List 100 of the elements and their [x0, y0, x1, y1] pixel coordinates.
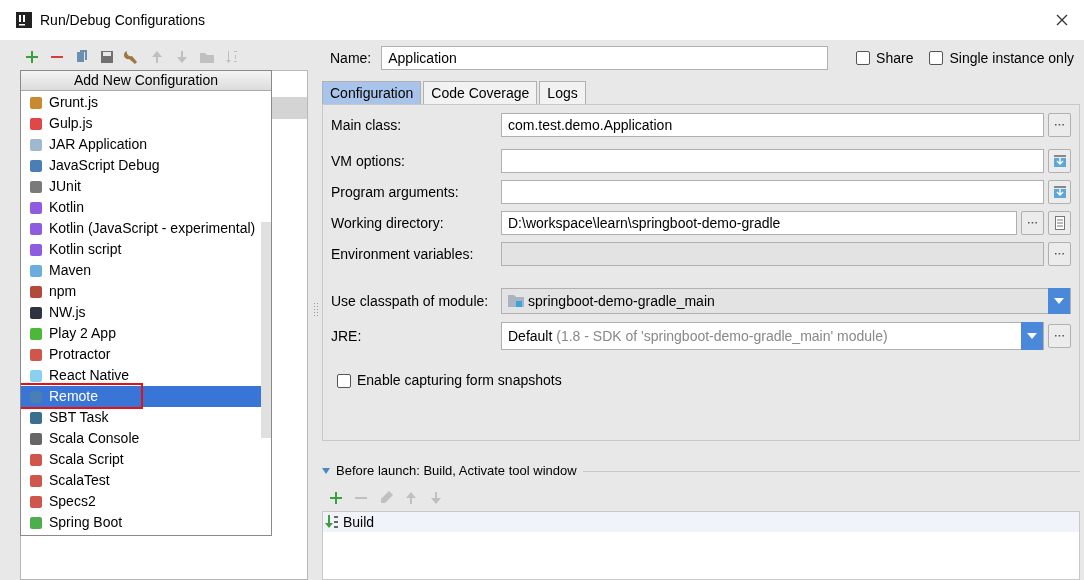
- configuration-type-icon: [29, 200, 43, 215]
- input-field[interactable]: D:\workspace\learn\springboot-demo-gradle: [501, 211, 1017, 235]
- configuration-type-icon: [29, 95, 43, 110]
- popup-title: Add New Configuration: [21, 71, 271, 91]
- configuration-type-icon: [29, 431, 43, 446]
- jre-dropdown[interactable]: Default (1.8 - SDK of 'springboot-demo-gradle_main' module): [501, 322, 1044, 350]
- collapse-triangle-icon[interactable]: [322, 468, 330, 474]
- close-icon[interactable]: [1056, 14, 1068, 26]
- field-label: Environment variables:: [331, 244, 475, 264]
- copy-icon[interactable]: [74, 49, 90, 65]
- browse-button[interactable]: [1048, 113, 1071, 137]
- configuration-type-item[interactable]: NW.js: [21, 302, 261, 323]
- expand-icon: [1052, 154, 1067, 168]
- document-icon: [1054, 216, 1065, 230]
- configuration-type-item[interactable]: npm: [21, 281, 261, 302]
- configuration-type-item[interactable]: Grunt.js: [21, 92, 261, 113]
- browse-button[interactable]: [1048, 324, 1071, 348]
- configuration-type-icon: [29, 263, 43, 278]
- configuration-type-item[interactable]: Maven: [21, 260, 261, 281]
- configuration-type-item[interactable]: Scala Console: [21, 428, 261, 449]
- configuration-type-icon: [29, 221, 43, 236]
- name-field[interactable]: Application: [381, 46, 829, 70]
- checkbox[interactable]: [929, 51, 944, 65]
- name-label: Name:: [329, 48, 372, 68]
- build-icon: [325, 515, 339, 529]
- configuration-type-item[interactable]: ScalaTest: [21, 470, 261, 491]
- field-label: Use classpath of module:: [331, 291, 490, 311]
- splitter-handle-icon[interactable]: [314, 303, 318, 317]
- configuration-type-item[interactable]: SBT Task: [21, 407, 261, 428]
- field-label: JRE:: [331, 326, 363, 346]
- configuration-type-icon: [29, 410, 43, 425]
- configuration-type-item[interactable]: Scala Script: [21, 449, 261, 470]
- input-field[interactable]: [501, 180, 1044, 204]
- configuration-type-icon: [29, 305, 43, 320]
- configuration-type-icon: [29, 494, 43, 509]
- field-label: Working directory:: [331, 213, 445, 233]
- configuration-type-icon: [29, 137, 43, 152]
- configuration-type-item[interactable]: Kotlin (JavaScript - experimental): [21, 218, 261, 239]
- field-label: Program arguments:: [331, 182, 460, 202]
- up-arrow-icon[interactable]: [403, 490, 419, 506]
- checkbox-label: Enable capturing form snapshots: [357, 371, 562, 390]
- wrench-icon[interactable]: [124, 49, 140, 65]
- configuration-type-item[interactable]: Protractor: [21, 344, 261, 365]
- tab[interactable]: Configuration: [322, 81, 422, 104]
- save-icon[interactable]: [99, 49, 115, 65]
- configuration-type-item[interactable]: Gulp.js: [21, 113, 261, 134]
- expand-button[interactable]: [1048, 180, 1071, 204]
- configuration-type-item[interactable]: React Native: [21, 365, 261, 386]
- browse-button[interactable]: [1048, 242, 1071, 266]
- down-arrow-icon[interactable]: [174, 49, 190, 65]
- configuration-type-item[interactable]: Remote: [21, 386, 261, 407]
- section-title: Before launch: Build, Activate tool window: [336, 462, 577, 481]
- configuration-type-item[interactable]: Spring Boot: [21, 512, 261, 533]
- configuration-type-item[interactable]: Kotlin: [21, 197, 261, 218]
- dropdown-value: Default (1.8 - SDK of 'springboot-demo-gradle_main' module): [508, 326, 889, 346]
- edit-icon[interactable]: [378, 490, 394, 506]
- module-dropdown[interactable]: springboot-demo-gradle_main: [501, 288, 1071, 314]
- configuration-type-icon: [29, 389, 43, 404]
- configuration-type-icon: [29, 326, 43, 341]
- module-folder-icon: [508, 294, 524, 308]
- configuration-type-item[interactable]: Play 2 App: [21, 323, 261, 344]
- configuration-type-icon: [29, 452, 43, 467]
- field-label: Main class:: [331, 115, 403, 135]
- configuration-type-item[interactable]: JUnit: [21, 176, 261, 197]
- checkbox-label: Share: [876, 48, 914, 68]
- input-field[interactable]: [501, 149, 1044, 173]
- checkbox[interactable]: [856, 51, 871, 65]
- macro-button[interactable]: [1048, 211, 1071, 235]
- tab[interactable]: Logs: [539, 81, 586, 104]
- configuration-type-icon: [29, 158, 43, 173]
- configuration-type-icon: [29, 473, 43, 488]
- configuration-type-icon: [29, 284, 43, 299]
- sort-icon[interactable]: [224, 49, 240, 65]
- window-title: Run/Debug Configurations: [40, 10, 205, 30]
- tab[interactable]: Code Coverage: [423, 81, 538, 104]
- configuration-type-icon: [29, 347, 43, 362]
- expand-button[interactable]: [1048, 149, 1071, 173]
- configuration-type-item[interactable]: JavaScript Debug: [21, 155, 261, 176]
- configuration-type-icon: [29, 179, 43, 194]
- configuration-type-icon: [29, 242, 43, 257]
- dropdown-value: springboot-demo-gradle_main: [528, 291, 716, 311]
- configuration-type-icon: [29, 368, 43, 383]
- configuration-type-icon: [29, 116, 43, 131]
- add-icon[interactable]: [328, 490, 344, 506]
- up-arrow-icon[interactable]: [149, 49, 165, 65]
- browse-button[interactable]: [1021, 211, 1044, 235]
- configuration-type-icon: [29, 515, 43, 530]
- configuration-type-item[interactable]: Specs2: [21, 491, 261, 512]
- checkbox[interactable]: [337, 373, 351, 388]
- add-icon[interactable]: [24, 49, 40, 65]
- input-field[interactable]: com.test.demo.Application: [501, 113, 1044, 137]
- down-arrow-icon[interactable]: [428, 490, 444, 506]
- app-logo-icon: [16, 12, 32, 28]
- configuration-type-item[interactable]: JAR Application: [21, 134, 261, 155]
- field-label: VM options:: [331, 151, 406, 171]
- task-item[interactable]: Build: [323, 512, 1079, 532]
- scrollbar[interactable]: [261, 222, 271, 438]
- configuration-type-item[interactable]: Kotlin script: [21, 239, 261, 260]
- expand-icon: [1052, 185, 1067, 199]
- checkbox-label: Single instance only: [949, 48, 1074, 68]
